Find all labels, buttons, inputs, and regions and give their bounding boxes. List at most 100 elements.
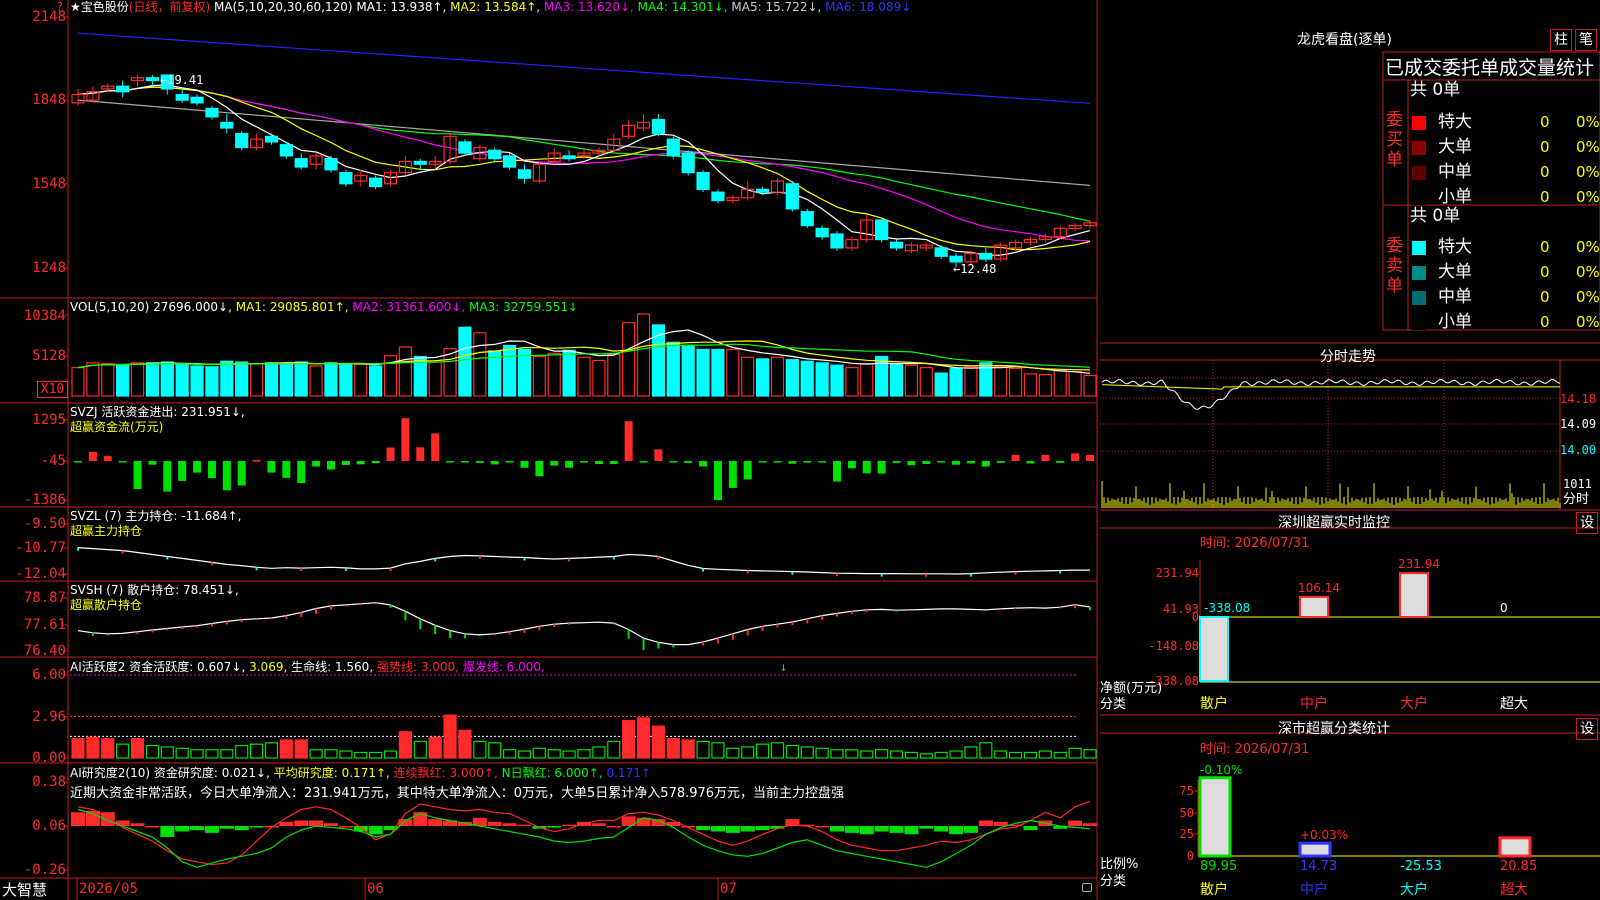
research-bar	[130, 823, 145, 826]
lock-icon[interactable]	[1082, 883, 1092, 892]
retail-holding-tick	[91, 632, 94, 636]
pen-mode-button[interactable]: 笔	[1575, 29, 1597, 51]
fund-flow-bar	[1086, 454, 1094, 461]
activity-bar	[979, 742, 993, 759]
main-chart-canvas[interactable]	[0, 0, 1100, 900]
fund-flow-bar	[416, 447, 425, 461]
fund-flow-bar	[1071, 453, 1080, 461]
fund-flow-bar	[818, 461, 827, 463]
retail-holding-tick	[806, 618, 809, 624]
ma1-line	[77, 84, 1091, 256]
order-count: 0	[1540, 163, 1550, 181]
fund-flow-bar	[728, 461, 737, 488]
activity-bar	[875, 749, 889, 759]
volume-bar	[800, 360, 814, 397]
research-bar	[487, 821, 502, 826]
volume-bar	[532, 355, 546, 397]
retail-holding-tick	[270, 617, 273, 620]
sz-monitor-value-label: -338.08	[1204, 601, 1251, 615]
main-holding-tick	[1014, 571, 1017, 575]
main-holding-tick	[166, 556, 169, 560]
order-type-label: 中单	[1438, 162, 1472, 182]
sz-classify-settings-button[interactable]: 设	[1576, 718, 1598, 740]
price-header: ★宝色股份(日线，前复权) MA(5,10,20,30,60,120) MA1:…	[70, 0, 911, 15]
order-percent: 0%	[1576, 113, 1600, 131]
svzl-sub: 超赢主力持仓	[70, 524, 143, 538]
retail-holding-tick	[1059, 607, 1062, 609]
retail-holding-tick	[672, 644, 675, 648]
volume-bar	[1083, 374, 1097, 397]
buy-side-label: 委买单	[1386, 110, 1403, 170]
sz-classify-y-label: 50	[1179, 806, 1194, 820]
research-bar	[249, 826, 264, 828]
volume-bar	[160, 361, 174, 397]
research-bar	[725, 826, 740, 833]
retail-holding-tick	[850, 611, 853, 615]
sz-monitor-category-label: 超大	[1500, 696, 1528, 712]
ai-research-y-label: 0.06	[32, 818, 66, 834]
fund-flow-bar	[312, 461, 321, 467]
activity-bar	[666, 738, 680, 759]
volume-bar	[726, 348, 740, 397]
fund-flow-bar	[773, 461, 782, 463]
fund-flow-bar	[74, 461, 82, 463]
candle	[755, 188, 770, 193]
fund-flow-bar	[565, 461, 574, 468]
research-bar	[1068, 820, 1083, 826]
volume-bar	[309, 365, 323, 397]
volume-bar	[964, 366, 978, 397]
fund-flow-bar	[654, 449, 663, 461]
volume-bar	[249, 363, 264, 397]
volume-bar	[428, 361, 442, 397]
order-color-swatch	[1412, 191, 1426, 205]
volume-bar	[86, 362, 100, 397]
sz-monitor-settings-button[interactable]: 设	[1576, 512, 1598, 534]
fund-flow-bar	[535, 461, 544, 477]
candle	[294, 158, 308, 168]
candle	[413, 160, 427, 165]
fund-flow-bar	[699, 461, 708, 467]
intraday-title: 分时走势	[1320, 349, 1376, 365]
svzl-y-label: -12.04	[15, 566, 66, 582]
activity-bar	[130, 738, 145, 759]
retail-holding-tick	[508, 631, 511, 635]
fund-flow-bar	[163, 461, 172, 492]
svzj-y-label: 1295	[32, 412, 66, 428]
order-percent: 0%	[1576, 313, 1600, 331]
volume-bar	[711, 348, 725, 397]
vol-unit-badge[interactable]: X10	[37, 381, 68, 398]
low-price-note: ←12.48	[953, 262, 997, 276]
research-bar	[904, 826, 919, 835]
sz-monitor-y-label: -148.08	[1148, 639, 1199, 653]
fund-flow-bar	[193, 461, 202, 473]
main-holding-tick	[523, 557, 526, 561]
ma2-label: MA2: 13.584↑,	[450, 0, 541, 14]
order-count: 0	[1540, 263, 1550, 281]
sz-monitor-value-label: 106.14	[1298, 580, 1340, 595]
retail-holding-tick	[821, 615, 824, 621]
retail-holding-tick	[359, 603, 362, 606]
fund-flow-bar	[327, 461, 335, 470]
activity-bar	[636, 717, 651, 759]
stock-name[interactable]: ★宝色股份	[70, 0, 129, 14]
fund-flow-bar	[237, 461, 246, 486]
fund-flow-bar	[847, 461, 856, 469]
vol-y-label: 10384	[23, 308, 66, 324]
bar-mode-button[interactable]: 柱	[1550, 29, 1572, 51]
retail-holding-tick	[493, 633, 496, 636]
intraday-vol-label: 1011	[1563, 477, 1592, 491]
app-brand-label[interactable]: 大智慧	[2, 881, 47, 899]
activity-bar	[279, 739, 293, 759]
fund-flow-bar	[684, 461, 693, 463]
activity-bar	[1038, 750, 1052, 759]
order-type-label: 特大	[1438, 237, 1472, 257]
volume-bar	[264, 362, 279, 397]
fund-flow-bar	[505, 461, 514, 463]
sz-classify-value-label: 89.95	[1200, 859, 1238, 874]
period-label[interactable]: (日线，前复权)	[129, 0, 210, 14]
fund-flow-bar	[148, 461, 157, 465]
candle	[235, 132, 249, 149]
order-type-label: 大单	[1438, 137, 1472, 157]
research-bar	[160, 826, 175, 837]
retail-holding-tick	[716, 638, 719, 644]
